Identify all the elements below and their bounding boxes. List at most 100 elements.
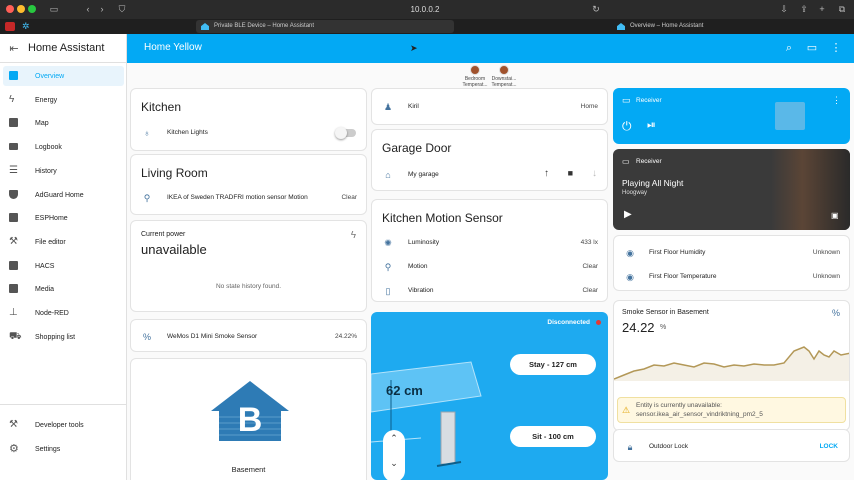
status-dot-icon	[596, 320, 601, 325]
media-title: Playing All Night	[622, 178, 684, 188]
flash-icon: ϟ	[350, 230, 356, 241]
chevron-down-icon[interactable]: ⌄	[383, 458, 405, 469]
stay-preset-button[interactable]: Stay - 127 cm	[510, 354, 596, 375]
search-icon[interactable]: ⌕	[782, 41, 796, 55]
menu-collapse-icon[interactable]: ⇤	[0, 42, 28, 55]
entity-state: Clear	[341, 194, 357, 201]
card-title: Garage Door	[382, 141, 452, 155]
lock-button[interactable]: LOCK	[820, 443, 838, 450]
desk-height: 62 cm	[386, 383, 423, 398]
smoke-sensor-graph-card[interactable]: Smoke Sensor in Basement % 24.22 % ⚠ Ent…	[613, 300, 850, 431]
sidebar-toggle-icon[interactable]: ▭	[48, 3, 60, 15]
motion-row[interactable]: ⚲ Motion Clear	[372, 258, 607, 276]
cast-icon: ▭	[622, 95, 631, 105]
tab-private-ble[interactable]: Private BLE Device – Home Assistant	[196, 20, 454, 33]
smoke-sensor-row[interactable]: % WeMos D1 Mini Smoke Sensor 24.22%	[131, 328, 366, 346]
play-pause-button[interactable]: ⏯	[647, 119, 656, 132]
sidebar-item-label: Settings	[35, 445, 61, 453]
sidebar-item-developer-tools[interactable]: ⚒ Developer tools	[3, 415, 124, 435]
sidebar-item-logbook[interactable]: Logbook	[3, 137, 124, 157]
pinned-tab-gear-icon[interactable]: ✲	[22, 21, 32, 31]
badge-downstairs-temperature[interactable]: Downstai... Temperat...	[488, 65, 520, 88]
sidebar-item-shopping-list[interactable]: ⛟ Shopping list	[3, 327, 124, 347]
sidebar-item-history[interactable]: ☰ History	[3, 161, 124, 181]
sidebar-title: Home Assistant	[28, 42, 105, 54]
reload-icon[interactable]: ↻	[590, 3, 602, 15]
sidebar-item-label: File editor	[35, 238, 66, 246]
current-power-card[interactable]: Current power unavailable ϟ No state his…	[130, 220, 367, 312]
sidebar-item-energy[interactable]: ϟ Energy	[3, 90, 124, 110]
vibration-row[interactable]: ▯ Vibration Clear	[372, 282, 607, 300]
person-row[interactable]: ♟ Kiril Home	[372, 98, 607, 116]
stop-cover-button[interactable]: ■	[568, 168, 573, 178]
movie-icon	[775, 102, 805, 130]
chevron-up-icon[interactable]: ⌃	[383, 433, 405, 444]
address-bar[interactable]: 10.0.0.2	[340, 3, 510, 16]
sidebar-item-file-editor[interactable]: ⚒ File editor	[3, 232, 124, 252]
gear-icon: ⚙	[9, 443, 19, 455]
download-icon[interactable]: ⇩	[778, 3, 790, 15]
sidebar-item-node-red[interactable]: ⊥ Node-RED	[3, 303, 124, 323]
tab-overview[interactable]: Overview – Home Assistant	[612, 20, 852, 33]
power-button[interactable]: ⏻	[622, 119, 632, 134]
pinned-tab-icon[interactable]	[5, 22, 15, 31]
sidebar-item-label: ESPHome	[35, 214, 68, 222]
new-tab-icon[interactable]: +	[816, 3, 828, 15]
entity-state: 433 lx	[580, 239, 598, 246]
sensor-value: 24.22	[622, 320, 655, 335]
warning-icon: ⚠	[622, 405, 631, 415]
cart-icon: ⛟	[9, 331, 22, 342]
entity-name: First Floor Temperature	[649, 273, 717, 280]
outdoor-lock-card: 🔒︎ Outdoor Lock LOCK	[613, 429, 850, 462]
brightness-icon: ✺	[384, 238, 392, 248]
humidity-row[interactable]: ◉ First Floor Humidity Unknown	[614, 244, 849, 262]
percent-icon: %	[831, 308, 840, 318]
tab-label: Private BLE Device – Home Assistant	[214, 23, 315, 29]
basement-card[interactable]: B Basement	[130, 358, 367, 480]
wrench-icon: ⚒	[9, 236, 18, 247]
sidebar-item-media[interactable]: Media	[3, 279, 124, 299]
close-cover-button[interactable]: ↓	[592, 168, 597, 179]
sidebar-item-esphome[interactable]: ESPHome	[3, 208, 124, 228]
history-icon: ☰	[9, 165, 18, 176]
tab-bar: ✲ Private BLE Device – Home Assistant Ov…	[0, 19, 854, 34]
sidebar-item-label: Developer tools	[35, 421, 84, 429]
luminosity-row[interactable]: ✺ Luminosity 433 lx	[372, 234, 607, 252]
sidebar-item-map[interactable]: Map	[3, 113, 124, 133]
temperature-row[interactable]: ◉ First Floor Temperature Unknown	[614, 268, 849, 286]
more-info-icon[interactable]: ⋮	[832, 95, 841, 106]
back-icon[interactable]: ‹	[82, 3, 94, 15]
shield-icon	[9, 190, 21, 200]
more-options-icon[interactable]: ⋮	[829, 41, 843, 55]
tab-overview-icon[interactable]: ⧉	[836, 3, 848, 15]
forward-icon[interactable]: ›	[96, 3, 108, 15]
dashboard-icon	[9, 71, 21, 81]
media-player-card: ▭ Receiver Playing All Night Hoogway ▶ ▣	[613, 149, 850, 230]
media-browse-icon[interactable]: ▣	[831, 211, 839, 220]
sidebar: ⇤ Home Assistant Overview ϟ Energy Map L…	[0, 34, 127, 480]
kitchen-lights-toggle[interactable]	[335, 127, 356, 139]
sidebar-item-settings[interactable]: ⚙ Settings	[3, 439, 124, 459]
share-icon[interactable]: ⇪	[798, 3, 810, 15]
zoom-window-button[interactable]	[28, 5, 36, 13]
close-window-button[interactable]	[6, 5, 14, 13]
warning-text: Entity is currently unavailable:	[636, 402, 722, 409]
play-button[interactable]: ▶	[624, 209, 632, 220]
receiver-card: ▭ Receiver ⋮ ⏻ ⏯	[613, 88, 850, 144]
entity-state: Unknown	[812, 273, 840, 280]
sidebar-item-label: Shopping list	[35, 333, 76, 341]
sidebar-item-adguard[interactable]: AdGuard Home	[3, 185, 124, 205]
kitchen-lights-row[interactable]: ♁ Kitchen Lights	[131, 124, 366, 142]
motion-sensor-row[interactable]: ⚲ IKEA of Sweden TRADFRI motion sensor M…	[131, 189, 366, 207]
badge-bedroom-temperature[interactable]: Bedroom Temperat...	[459, 65, 491, 88]
sidebar-item-overview[interactable]: Overview	[3, 66, 124, 86]
sit-preset-button[interactable]: Sit - 100 cm	[510, 426, 596, 447]
sidebar-item-hacs[interactable]: HACS	[3, 256, 124, 276]
assist-icon[interactable]: ▭	[805, 41, 819, 55]
open-cover-button[interactable]: ↑	[544, 168, 549, 179]
shield-icon[interactable]: ⛉	[116, 3, 128, 15]
percent-icon: %	[142, 332, 151, 342]
desk-card: Disconnected 62 cm Stay - 127 cm Sit - 1…	[371, 312, 608, 480]
minimize-window-button[interactable]	[17, 5, 25, 13]
tab-label: Overview – Home Assistant	[630, 23, 704, 29]
